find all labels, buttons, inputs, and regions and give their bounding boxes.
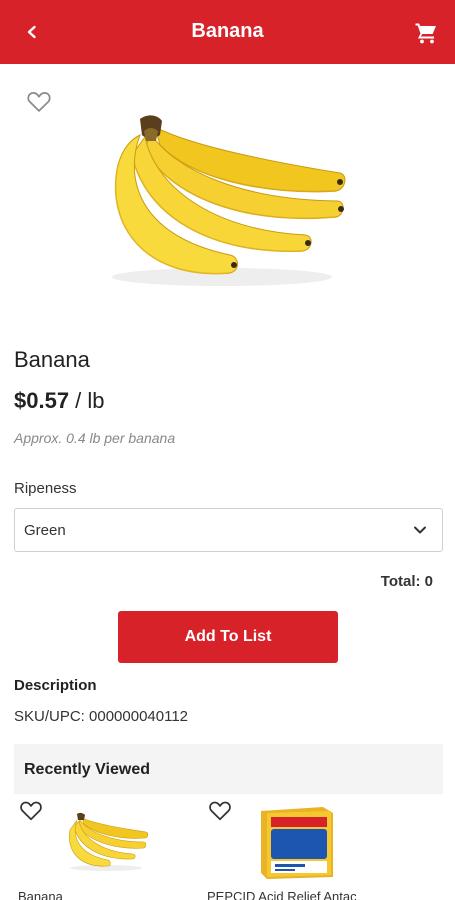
chevron-down-icon — [414, 526, 426, 534]
description-heading: Description — [14, 677, 97, 694]
add-to-list-button[interactable]: Add To List — [118, 611, 338, 663]
page-title: Banana — [191, 20, 264, 42]
recently-viewed-header: Recently Viewed — [14, 744, 443, 794]
sku-upc: SKU/UPC: 000000040112 — [14, 708, 189, 725]
total-count: Total: 0 — [380, 573, 433, 590]
banana-thumbnail — [68, 812, 149, 871]
product-price: $0.57 / lb — [14, 388, 105, 414]
recently-viewed-heading: Recently Viewed — [24, 761, 150, 778]
pepcid-box-thumbnail — [261, 807, 333, 879]
ripeness-label: Ripeness — [14, 480, 77, 497]
ripeness-selected-value: Green — [24, 521, 66, 539]
recently-viewed-item-name: PEPCID Acid Relief Antac — [207, 889, 357, 900]
recently-viewed-item-name: Banana — [18, 889, 63, 900]
cart-button[interactable] — [411, 18, 441, 48]
price-unit: / lb — [69, 388, 105, 413]
recently-viewed-item[interactable]: Banana — [14, 795, 204, 900]
price-amount: $0.57 — [14, 388, 70, 413]
product-name: Banana — [14, 347, 90, 372]
recently-viewed-item[interactable]: PEPCID Acid Relief Antac — [203, 795, 393, 900]
app-bar: Banana — [0, 0, 455, 64]
favorite-heart-icon[interactable] — [207, 797, 233, 823]
cart-icon — [415, 23, 436, 44]
approx-weight-note: Approx. 0.4 lb per banana — [14, 430, 176, 446]
favorite-heart-icon[interactable] — [18, 797, 44, 823]
favorite-heart-icon[interactable] — [25, 87, 53, 115]
ripeness-select[interactable]: Green — [14, 508, 443, 552]
product-image — [112, 115, 346, 286]
